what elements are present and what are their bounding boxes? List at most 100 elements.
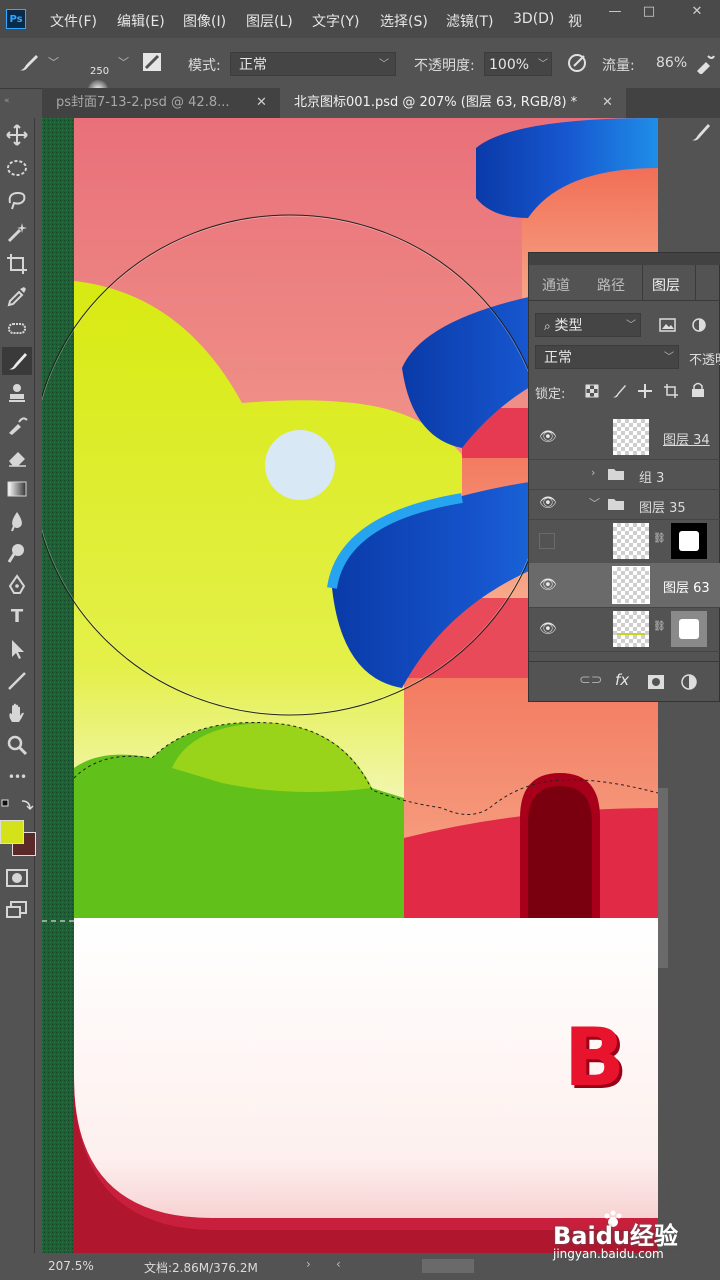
menu-3d[interactable]: 3D(D) bbox=[513, 11, 554, 27]
chevron-down-icon[interactable]: ﹀ bbox=[589, 495, 600, 511]
menu-view[interactable]: 视 bbox=[568, 11, 582, 31]
menu-image[interactable]: 图像(I) bbox=[183, 11, 226, 31]
crop-tool-icon[interactable] bbox=[6, 253, 28, 275]
lock-position-icon[interactable] bbox=[637, 383, 653, 399]
layer-row[interactable]: 👁 图层 34 bbox=[529, 415, 720, 460]
lock-pixels-icon[interactable] bbox=[611, 383, 627, 399]
foreground-color-swatch[interactable] bbox=[0, 820, 24, 844]
visibility-eye-icon[interactable]: 👁 bbox=[539, 495, 557, 511]
fx-icon[interactable]: fx bbox=[615, 671, 629, 689]
close-icon[interactable]: ✕ bbox=[602, 88, 613, 118]
tab-beijing-icon[interactable]: 北京图标001.psd @ 207% (图层 63, RGB/8) * ✕ bbox=[280, 88, 626, 118]
screen-mode-icon[interactable] bbox=[6, 900, 28, 920]
layer-name[interactable]: 图层 63 bbox=[663, 577, 710, 596]
layer-row[interactable]: ⛓ bbox=[529, 519, 720, 564]
brush-preset-icon[interactable] bbox=[16, 52, 40, 74]
brush-panel-icon[interactable] bbox=[688, 118, 714, 144]
layer-row[interactable]: 👁 ﹀ 图层 35 bbox=[529, 489, 720, 520]
layer-row[interactable]: › 组 3 bbox=[529, 459, 720, 490]
maximize-button[interactable]: □ bbox=[634, 4, 664, 22]
layer-mask-thumbnail[interactable] bbox=[671, 523, 707, 559]
menu-select[interactable]: 选择(S) bbox=[380, 11, 428, 31]
menu-type[interactable]: 文字(Y) bbox=[312, 11, 359, 31]
canvas-horizontal-scrollbar[interactable] bbox=[422, 1259, 474, 1273]
canvas-vertical-scrollbar[interactable] bbox=[658, 788, 668, 968]
chevron-down-icon[interactable]: ﹀ bbox=[48, 54, 59, 70]
lock-label: 锁定: bbox=[535, 387, 566, 402]
flow-value[interactable]: 86% bbox=[656, 55, 687, 71]
lock-transparency-icon[interactable] bbox=[585, 384, 599, 398]
visibility-eye-icon[interactable]: 👁 bbox=[539, 429, 557, 445]
move-tool-icon[interactable] bbox=[6, 124, 28, 146]
airbrush-icon[interactable] bbox=[694, 52, 716, 74]
blend-mode-select[interactable]: 正常 ﹀ bbox=[535, 345, 679, 369]
panel-collapse-icon[interactable]: « bbox=[4, 96, 30, 106]
tab-channels[interactable]: 通道 bbox=[542, 275, 570, 295]
lock-all-icon[interactable] bbox=[691, 382, 705, 398]
dodge-tool-icon[interactable] bbox=[6, 542, 28, 564]
panel-grip[interactable] bbox=[529, 253, 720, 265]
eyedropper-icon[interactable] bbox=[6, 285, 28, 307]
layer-row-selected[interactable]: 👁 图层 63 bbox=[529, 563, 720, 608]
hand-tool-icon[interactable] bbox=[6, 702, 28, 724]
menu-edit[interactable]: 编辑(E) bbox=[117, 11, 165, 31]
opacity-field[interactable]: 100% ﹀ bbox=[484, 52, 552, 76]
eraser-icon[interactable] bbox=[6, 446, 28, 468]
layer-row[interactable]: 👁 ⛓ bbox=[529, 607, 720, 652]
chevron-left-icon[interactable]: ‹ bbox=[336, 1257, 341, 1271]
chevron-down-icon[interactable]: ﹀ bbox=[118, 54, 129, 70]
tab-ps-cover[interactable]: ps封面7-13-2.psd @ 42.8... ✕ bbox=[42, 88, 280, 118]
pressure-opacity-icon[interactable] bbox=[566, 52, 588, 74]
history-brush-icon[interactable] bbox=[6, 414, 28, 436]
tab-layers[interactable]: 图层 bbox=[652, 275, 680, 295]
link-icon[interactable]: ⛓ bbox=[653, 533, 666, 544]
adjustment-icon[interactable] bbox=[681, 674, 697, 690]
line-tool-icon[interactable] bbox=[6, 670, 28, 692]
visibility-eye-icon[interactable]: 👁 bbox=[539, 621, 557, 637]
folder-icon bbox=[608, 469, 624, 480]
type-tool-icon[interactable]: T bbox=[6, 606, 28, 628]
gradient-tool-icon[interactable] bbox=[6, 478, 28, 500]
brush-tool-icon[interactable] bbox=[6, 350, 28, 372]
lasso-tool-icon[interactable] bbox=[6, 189, 28, 211]
link-icon[interactable]: ⛓ bbox=[653, 621, 666, 632]
chevron-right-icon[interactable]: › bbox=[306, 1257, 311, 1271]
menu-filter[interactable]: 滤镜(T) bbox=[446, 11, 493, 31]
menu-layer[interactable]: 图层(L) bbox=[246, 11, 293, 31]
lock-artboard-icon[interactable] bbox=[663, 383, 679, 399]
pen-tool-icon[interactable] bbox=[6, 574, 28, 596]
layer-name[interactable]: 图层 34 bbox=[663, 429, 710, 448]
mask-icon[interactable] bbox=[647, 674, 665, 690]
path-select-icon[interactable] bbox=[6, 638, 28, 660]
adjustment-filter-icon[interactable] bbox=[691, 317, 707, 333]
link-icon[interactable]: ⊂⊃ bbox=[579, 672, 602, 688]
healing-brush-icon[interactable] bbox=[6, 317, 28, 339]
mode-value: 正常 bbox=[239, 57, 267, 73]
layer-mask-thumbnail[interactable] bbox=[671, 611, 707, 647]
group-name[interactable]: 图层 35 bbox=[639, 497, 686, 516]
chevron-right-icon[interactable]: › bbox=[591, 466, 595, 479]
visibility-eye-icon[interactable]: 👁 bbox=[539, 577, 557, 593]
visibility-toggle-off[interactable] bbox=[539, 533, 555, 549]
minimize-button[interactable]: — bbox=[600, 4, 630, 22]
marquee-tool-icon[interactable] bbox=[6, 157, 28, 179]
quick-mask-icon[interactable] bbox=[6, 868, 28, 888]
layer-filter-select[interactable]: ⌕ 类型 ﹀ bbox=[535, 313, 641, 337]
mode-select[interactable]: 正常 ﹀ bbox=[230, 52, 396, 76]
close-window-button[interactable]: ✕ bbox=[682, 4, 712, 22]
tab-label: ps封面7-13-2.psd @ 42.8... bbox=[56, 95, 230, 110]
brush-settings-icon[interactable] bbox=[142, 52, 162, 72]
group-name[interactable]: 组 3 bbox=[639, 467, 664, 486]
options-bar: ﹀ 250 ﹀ 模式: 正常 ﹀ 不透明度: 100% ﹀ 流量: 86% bbox=[0, 38, 720, 100]
stamp-tool-icon[interactable] bbox=[6, 382, 28, 404]
close-icon[interactable]: ✕ bbox=[256, 88, 267, 118]
image-filter-icon[interactable] bbox=[659, 317, 677, 333]
tab-paths[interactable]: 路径 bbox=[597, 275, 625, 295]
blur-tool-icon[interactable] bbox=[6, 510, 28, 532]
menu-file[interactable]: 文件(F) bbox=[50, 11, 97, 31]
more-tools-icon[interactable]: ••• bbox=[6, 766, 28, 788]
zoom-tool-icon[interactable] bbox=[6, 734, 28, 756]
swap-colors-icon[interactable] bbox=[0, 798, 34, 818]
zoom-level[interactable]: 207.5% bbox=[48, 1259, 94, 1273]
magic-wand-icon[interactable] bbox=[6, 221, 28, 243]
